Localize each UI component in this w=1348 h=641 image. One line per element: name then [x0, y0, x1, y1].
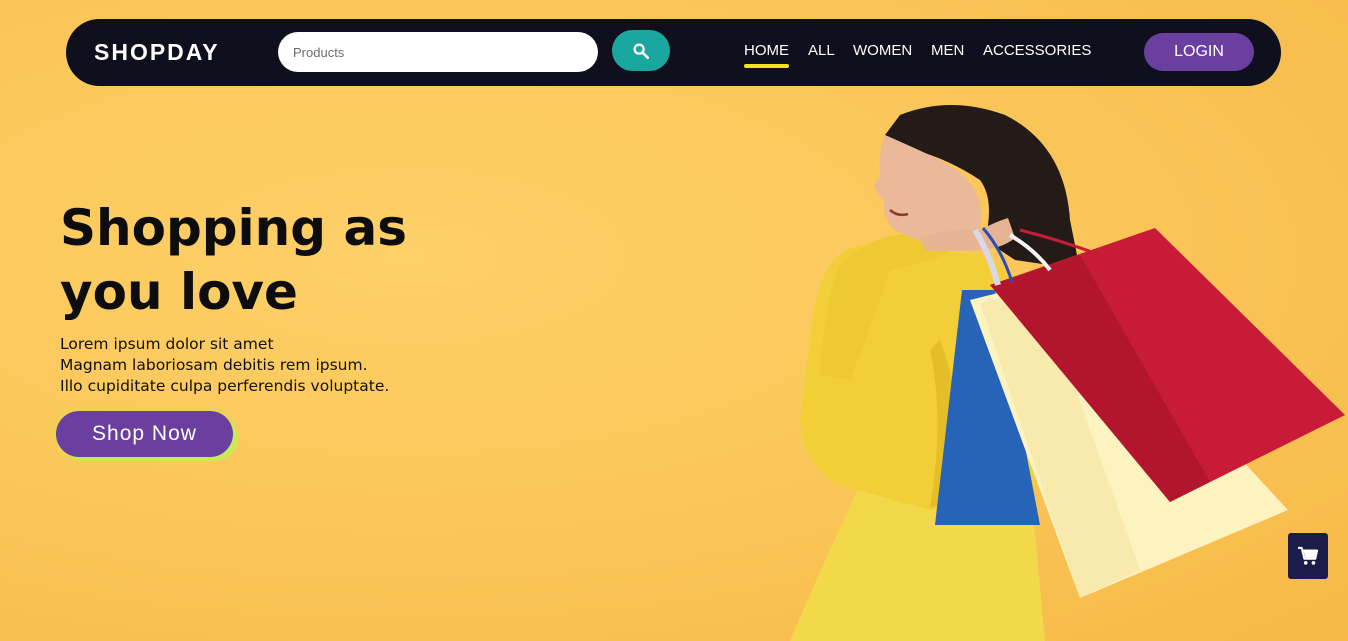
hero-description-line: Illo cupiditate culpa perferendis volupt…: [60, 377, 390, 395]
hero-title-line-2: you love: [60, 263, 298, 321]
nav-home[interactable]: HOME: [744, 42, 789, 68]
search-input[interactable]: [278, 32, 598, 72]
brand-logo[interactable]: SHOPDAY: [94, 39, 220, 66]
shop-now-button[interactable]: Shop Now: [56, 411, 233, 457]
hero-description-line: Magnam laboriosam debitis rem ipsum.: [60, 356, 368, 374]
hero-description-line: Lorem ipsum dolor sit amet: [60, 335, 274, 353]
hero-title-line-1: Shopping as: [60, 199, 407, 257]
hero-image: [790, 105, 1345, 641]
navbar: SHOPDAY HOME ALL WOMEN MEN ACCESSORIES L…: [66, 19, 1281, 86]
cart-icon: [1298, 546, 1319, 565]
nav-all[interactable]: ALL: [808, 42, 835, 59]
login-button[interactable]: LOGIN: [1144, 33, 1254, 71]
nav-women[interactable]: WOMEN: [853, 42, 912, 59]
nav-accessories[interactable]: ACCESSORIES: [983, 42, 1091, 59]
hero-title: Shopping as you love: [60, 196, 480, 324]
cart-button[interactable]: [1288, 533, 1328, 579]
search-icon: [633, 43, 650, 59]
search-button[interactable]: [612, 30, 670, 71]
hero-description: Lorem ipsum dolor sit amet Magnam labori…: [60, 334, 389, 397]
nav-men[interactable]: MEN: [931, 42, 964, 59]
